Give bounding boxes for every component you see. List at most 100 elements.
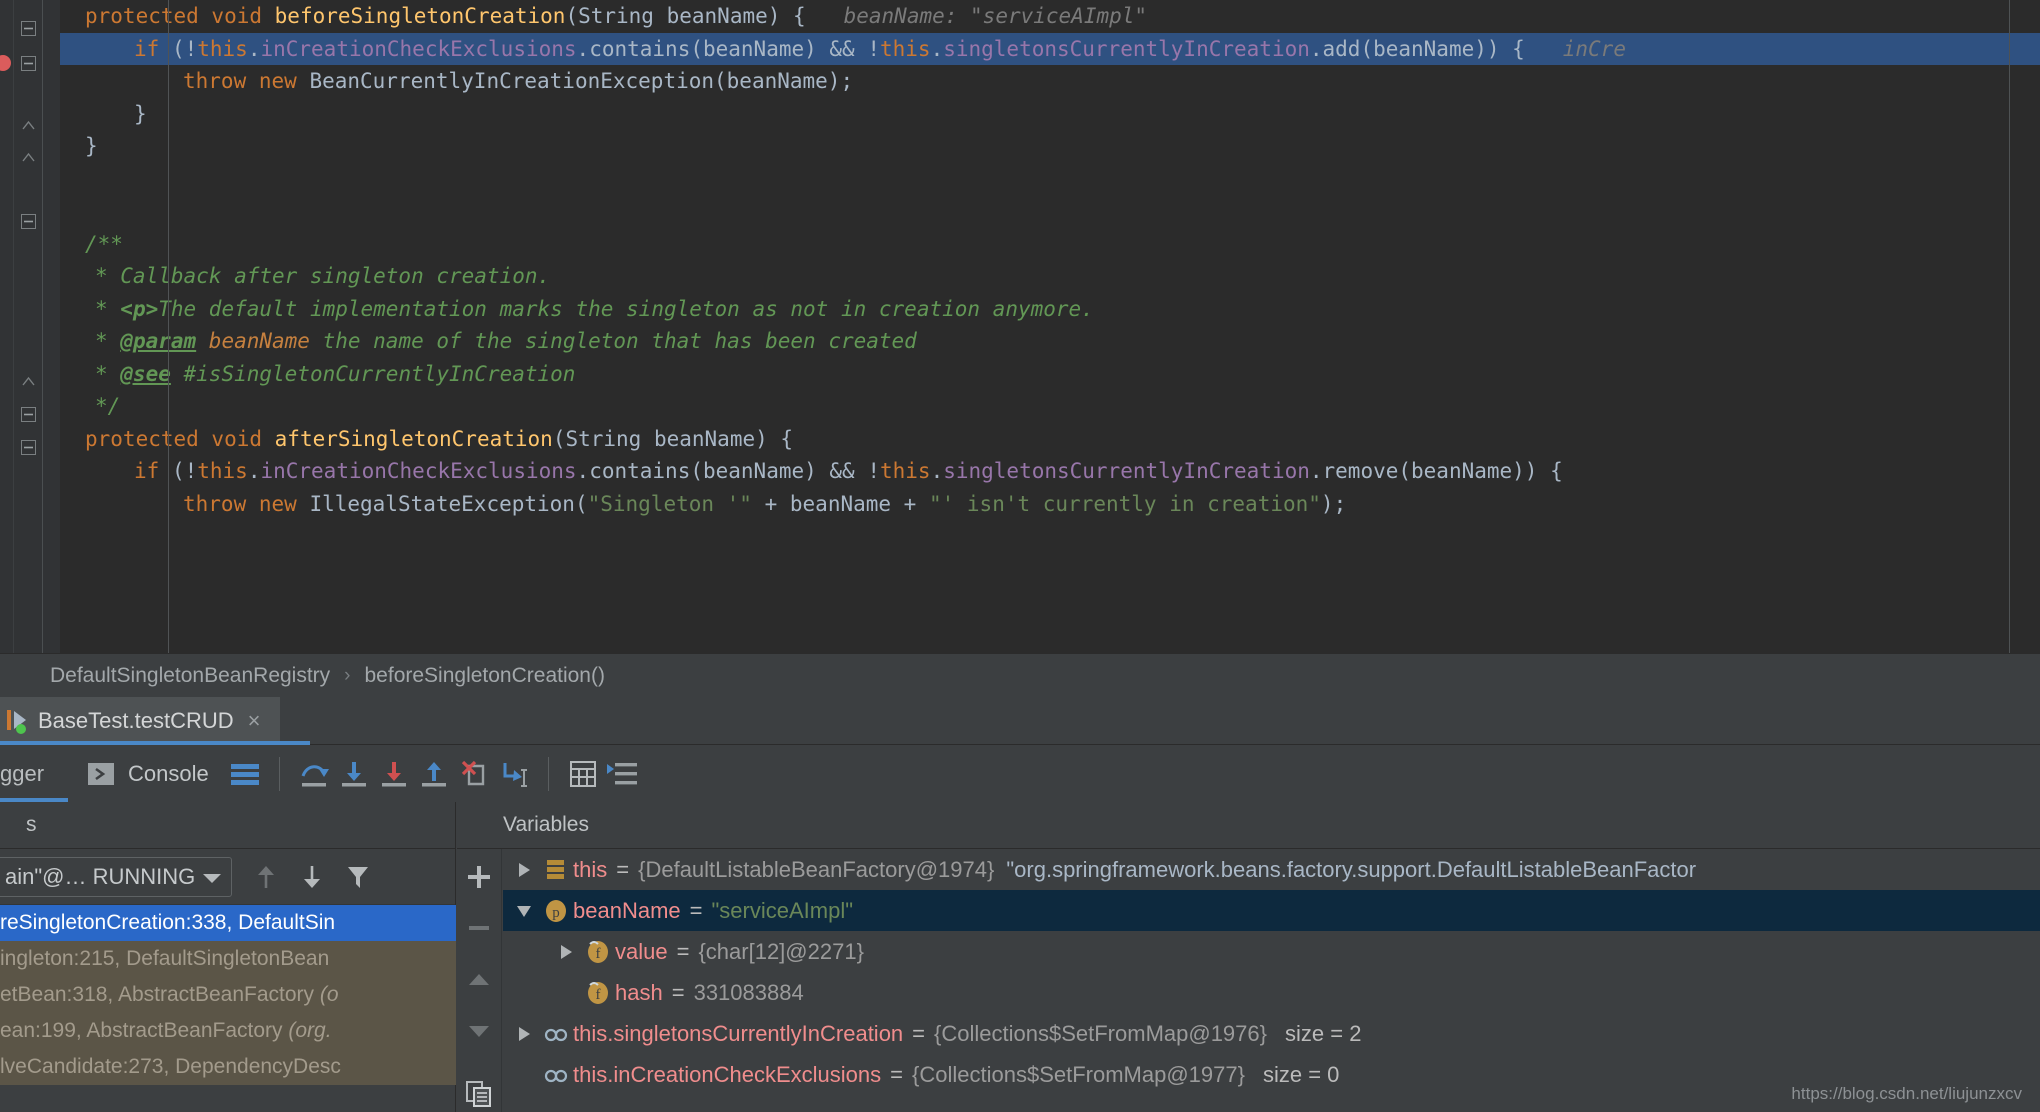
code-token: (! bbox=[171, 459, 198, 483]
frame-row[interactable]: ingleton:215, DefaultSingletonBean bbox=[0, 941, 456, 977]
code-line[interactable]: * <p>The default implementation marks th… bbox=[60, 293, 2040, 326]
no-arrow-spacer bbox=[509, 1067, 539, 1083]
code-token: beanName bbox=[196, 329, 310, 353]
breadcrumb-method[interactable]: beforeSingletonCreation() bbox=[365, 664, 605, 688]
code-editor[interactable]: protected void beforeSingletonCreation(S… bbox=[0, 0, 2040, 653]
variable-reference: {DefaultListableBeanFactory@1974} bbox=[638, 856, 995, 882]
frame-row[interactable]: lveCandidate:273, DependencyDesc bbox=[0, 1049, 456, 1085]
code-line[interactable]: throw new BeanCurrentlyInCreationExcepti… bbox=[60, 65, 2040, 98]
fold-end-icon[interactable] bbox=[21, 118, 36, 133]
frame-row[interactable]: etBean:318, AbstractBeanFactory (o bbox=[0, 977, 456, 1013]
variables-header: Variables bbox=[457, 802, 2040, 849]
force-step-into-icon[interactable] bbox=[374, 754, 414, 794]
drop-frame-icon[interactable] bbox=[454, 754, 494, 794]
code-line[interactable] bbox=[60, 195, 2040, 228]
chevron-right-icon[interactable] bbox=[509, 1026, 539, 1042]
variable-equals: = bbox=[671, 979, 685, 1005]
code-token: #isSingletonCurrentlyInCreation bbox=[170, 361, 576, 386]
code-token: (String beanName) { bbox=[565, 4, 806, 28]
frame-row-label: ingleton:215, DefaultSingletonBean bbox=[0, 947, 330, 970]
code-token: afterSingletonCreation bbox=[274, 426, 553, 451]
breadcrumb-class[interactable]: DefaultSingletonBeanRegistry bbox=[50, 664, 330, 688]
code-line[interactable]: */ bbox=[60, 390, 2040, 423]
close-icon[interactable]: × bbox=[248, 708, 261, 734]
code-token: <p> bbox=[120, 296, 159, 321]
frame-row[interactable]: ean:199, AbstractBeanFactory (org. bbox=[0, 1013, 456, 1049]
editor-gutter[interactable] bbox=[14, 0, 60, 653]
variable-row[interactable]: f hash = 331083884 bbox=[503, 972, 2040, 1013]
debugger-toolbar[interactable]: gger Console bbox=[0, 745, 2040, 802]
code-token: BeanCurrentlyInCreationException(beanNam… bbox=[309, 69, 854, 93]
chevron-right-icon[interactable] bbox=[551, 944, 581, 960]
code-token: beforeSingletonCreation bbox=[274, 4, 566, 28]
fold-marker-icon[interactable] bbox=[21, 407, 36, 422]
tab-debugger-label: gger bbox=[0, 760, 45, 786]
code-line[interactable]: } bbox=[60, 98, 2040, 131]
fold-end-icon[interactable] bbox=[21, 374, 36, 389]
tab-console[interactable]: Console bbox=[86, 759, 209, 789]
fold-end-icon[interactable] bbox=[21, 150, 36, 165]
step-into-icon[interactable] bbox=[334, 754, 374, 794]
code-line[interactable]: throw new IllegalStateException("Singlet… bbox=[60, 488, 2040, 521]
step-out-icon[interactable] bbox=[414, 754, 454, 794]
code-token: */ bbox=[95, 394, 121, 418]
variable-row[interactable]: this = {DefaultListableBeanFactory@1974} "o… bbox=[503, 849, 2040, 890]
thread-selector-label: ain"@… RUNNING bbox=[5, 863, 196, 889]
code-token: . bbox=[247, 459, 261, 483]
code-line[interactable]: /** bbox=[60, 228, 2040, 261]
code-token: (! bbox=[171, 36, 198, 61]
frames-toolbar[interactable]: ain"@… RUNNING bbox=[0, 849, 455, 905]
variable-name: this.singletonsCurrentlyInCreation bbox=[573, 1020, 904, 1046]
fold-marker-icon[interactable] bbox=[21, 56, 36, 71]
show-execution-point-icon[interactable] bbox=[603, 754, 643, 794]
code-line[interactable]: * @param beanName the name of the single… bbox=[60, 325, 2040, 358]
variable-equals: = bbox=[689, 897, 703, 923]
fold-marker-icon[interactable] bbox=[21, 21, 36, 36]
code-token: * Callback after singleton creation. bbox=[95, 264, 551, 288]
code-token: this bbox=[879, 36, 931, 61]
code-line[interactable]: if (!this.inCreationCheckExclusions.cont… bbox=[60, 32, 2040, 65]
code-line[interactable]: * @see #isSingletonCurrentlyInCreation bbox=[60, 358, 2040, 391]
variable-row[interactable]: f value = {char[12]@2271} bbox=[503, 931, 2040, 972]
variable-row[interactable]: p beanName = "serviceAImpl" bbox=[503, 890, 2040, 931]
run-tab-basetest-testcrud[interactable]: BaseTest.testCRUD × bbox=[0, 697, 281, 745]
arrow-up-icon[interactable] bbox=[246, 857, 286, 897]
frame-row-label: etBean:318, AbstractBeanFactory bbox=[0, 983, 320, 1006]
thread-selector[interactable]: ain"@… RUNNING bbox=[0, 856, 232, 897]
frame-row[interactable]: reSingletonCreation:338, DefaultSin bbox=[0, 905, 456, 941]
code-line[interactable]: if (!this.inCreationCheckExclusions.cont… bbox=[60, 455, 2040, 488]
layout-settings-icon[interactable] bbox=[225, 754, 265, 794]
code-token: this bbox=[879, 459, 931, 483]
code-token: singletonsCurrentlyInCreation bbox=[943, 36, 1310, 61]
code-token: inCreationCheckExclusions bbox=[260, 459, 577, 483]
code-line[interactable]: * Callback after singleton creation. bbox=[60, 260, 2040, 293]
frames-pane: s ain"@… RUNNING reSingletonCreation:338… bbox=[0, 802, 456, 1112]
code-line[interactable]: protected void beforeSingletonCreation(S… bbox=[60, 0, 2040, 33]
chevron-right-icon[interactable] bbox=[509, 862, 539, 878]
frame-row-label: reSingletonCreation:338, DefaultSin bbox=[0, 911, 336, 934]
code-token: * bbox=[95, 296, 121, 321]
breadcrumb[interactable]: DefaultSingletonBeanRegistry › beforeSin… bbox=[0, 653, 2040, 697]
editor-code-lines[interactable]: protected void beforeSingletonCreation(S… bbox=[60, 0, 2040, 653]
evaluate-expression-icon[interactable] bbox=[563, 754, 603, 794]
code-line[interactable] bbox=[60, 163, 2040, 196]
arrow-down-icon[interactable] bbox=[292, 857, 332, 897]
code-line[interactable]: } bbox=[60, 130, 2040, 163]
code-token: + beanName + bbox=[751, 491, 929, 516]
step-over-icon[interactable] bbox=[294, 754, 334, 794]
variable-row[interactable]: this.singletonsCurrentlyInCreation = {Coll… bbox=[503, 1013, 2040, 1054]
chevron-down-icon[interactable] bbox=[509, 903, 539, 919]
frames-list[interactable]: reSingletonCreation:338, DefaultSin ingle… bbox=[0, 905, 456, 1112]
breakpoint-icon[interactable] bbox=[0, 50, 12, 76]
tab-debugger[interactable]: gger bbox=[0, 745, 68, 802]
filter-icon[interactable] bbox=[338, 857, 378, 897]
run-to-cursor-icon[interactable] bbox=[494, 754, 534, 794]
fold-marker-icon[interactable] bbox=[21, 440, 36, 455]
code-token: beanName: "serviceAImpl" bbox=[805, 4, 1148, 28]
no-arrow-spacer bbox=[551, 985, 581, 1001]
variables-list[interactable]: this = {DefaultListableBeanFactory@1974} "o… bbox=[503, 849, 2040, 1112]
code-token: if bbox=[134, 36, 172, 61]
code-line[interactable]: protected void afterSingletonCreation(St… bbox=[60, 423, 2040, 456]
frame-row-package: (o bbox=[319, 983, 339, 1006]
fold-marker-icon[interactable] bbox=[21, 214, 36, 229]
